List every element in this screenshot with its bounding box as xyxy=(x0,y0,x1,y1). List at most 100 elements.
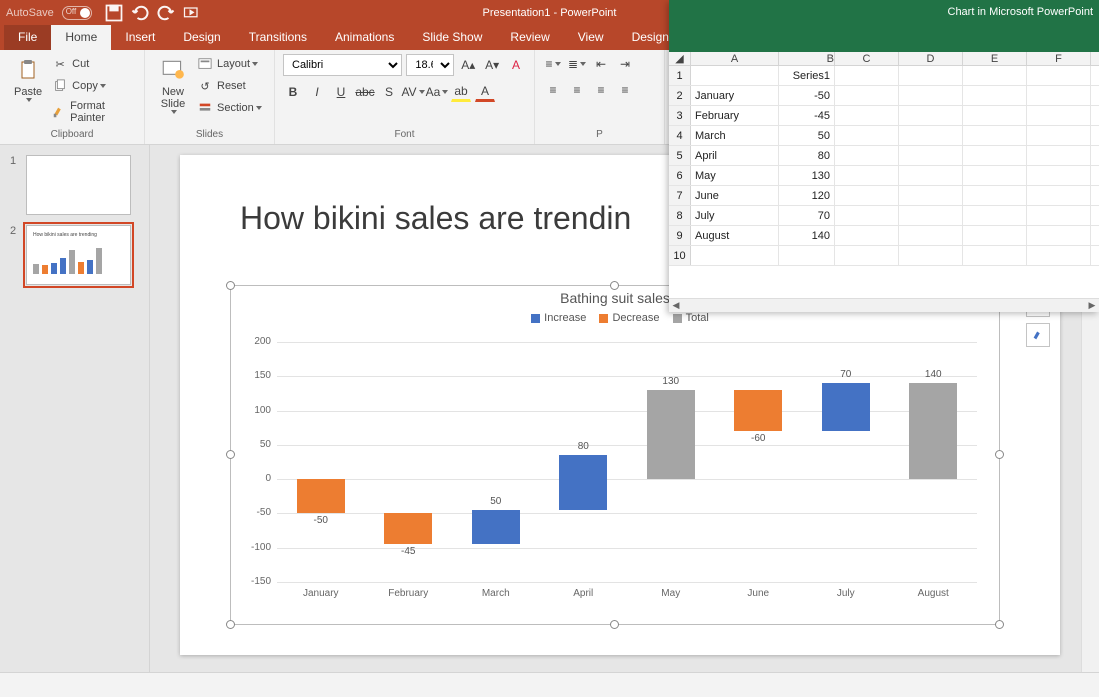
row-header[interactable]: 4 xyxy=(669,126,691,145)
chart-bar[interactable] xyxy=(909,383,957,479)
increase-indent-button[interactable]: ⇥ xyxy=(615,54,635,74)
cell[interactable] xyxy=(835,66,899,85)
col-header-e[interactable]: E xyxy=(963,52,1027,65)
highlight-button[interactable]: ab xyxy=(451,82,471,102)
row-header[interactable]: 2 xyxy=(669,86,691,105)
align-right-button[interactable]: ≡ xyxy=(591,80,611,100)
cell[interactable] xyxy=(899,66,963,85)
select-all-cell[interactable]: ◢ xyxy=(669,52,691,65)
row-header[interactable]: 7 xyxy=(669,186,691,205)
chart-bar[interactable] xyxy=(559,455,607,510)
reset-button[interactable]: ↺Reset xyxy=(193,76,266,96)
section-button[interactable]: Section xyxy=(193,98,266,118)
cell[interactable] xyxy=(899,86,963,105)
cell[interactable] xyxy=(1027,246,1091,265)
thumbnail-row[interactable]: 1 xyxy=(10,155,139,215)
excel-row[interactable]: 9 August 140 xyxy=(669,226,1099,246)
row-header[interactable]: 10 xyxy=(669,246,691,265)
cell[interactable] xyxy=(1027,106,1091,125)
cell[interactable] xyxy=(899,106,963,125)
cell[interactable] xyxy=(963,226,1027,245)
cell[interactable] xyxy=(963,106,1027,125)
resize-handle[interactable] xyxy=(995,450,1004,459)
cell[interactable] xyxy=(899,166,963,185)
cell[interactable]: -50 xyxy=(779,86,835,105)
col-header-f[interactable]: F xyxy=(1027,52,1091,65)
tab-home[interactable]: Home xyxy=(51,25,111,50)
thumbnail-pane[interactable]: 1 2 How bikini sales are trending xyxy=(0,145,150,672)
col-header-d[interactable]: D xyxy=(899,52,963,65)
cell[interactable]: August xyxy=(691,226,779,245)
cell[interactable] xyxy=(963,126,1027,145)
scroll-left-icon[interactable]: ◀ xyxy=(669,300,683,311)
excel-h-scrollbar[interactable]: ◀▶ xyxy=(669,298,1099,312)
cell[interactable]: Series1 xyxy=(779,66,835,85)
cell[interactable] xyxy=(963,186,1027,205)
col-header-a[interactable]: A xyxy=(691,52,779,65)
clear-formatting-icon[interactable]: A xyxy=(506,55,526,75)
cell[interactable]: 130 xyxy=(779,166,835,185)
cell[interactable] xyxy=(899,146,963,165)
strikethrough-button[interactable]: abc xyxy=(355,82,375,102)
cell[interactable] xyxy=(899,206,963,225)
change-case-button[interactable]: Aa xyxy=(427,82,447,102)
cell[interactable]: January xyxy=(691,86,779,105)
decrease-font-icon[interactable]: A▾ xyxy=(482,55,502,75)
cell[interactable]: May xyxy=(691,166,779,185)
cell[interactable] xyxy=(1027,206,1091,225)
cell[interactable] xyxy=(835,86,899,105)
cell[interactable] xyxy=(835,146,899,165)
cell[interactable]: 70 xyxy=(779,206,835,225)
chart-bar[interactable] xyxy=(647,390,695,479)
row-header[interactable]: 1 xyxy=(669,66,691,85)
font-color-button[interactable]: A xyxy=(475,82,495,102)
format-painter-button[interactable]: Format Painter xyxy=(48,98,136,126)
cell[interactable] xyxy=(1027,146,1091,165)
cut-button[interactable]: ✂Cut xyxy=(48,54,136,74)
excel-row[interactable]: 5 April 80 xyxy=(669,146,1099,166)
row-header[interactable]: 3 xyxy=(669,106,691,125)
excel-row[interactable]: 3 February -45 xyxy=(669,106,1099,126)
cell[interactable] xyxy=(963,146,1027,165)
cell[interactable] xyxy=(899,226,963,245)
cell[interactable] xyxy=(835,206,899,225)
excel-row[interactable]: 1 Series1 xyxy=(669,66,1099,86)
tab-insert[interactable]: Insert xyxy=(111,25,169,50)
font-size-select[interactable]: 18.6 xyxy=(406,54,454,76)
tab-slideshow[interactable]: Slide Show xyxy=(408,25,496,50)
align-center-button[interactable]: ≡ xyxy=(567,80,587,100)
slide-title[interactable]: How bikini sales are trendin xyxy=(240,200,631,237)
row-header[interactable]: 8 xyxy=(669,206,691,225)
resize-handle[interactable] xyxy=(610,620,619,629)
cell[interactable] xyxy=(779,246,835,265)
excel-data-window[interactable]: Chart in Microsoft PowerPoint ◢ A B C D … xyxy=(669,0,1099,312)
excel-body[interactable]: 1 Series1 2 January -50 3 February -45 4… xyxy=(669,66,1099,298)
thumbnail-row[interactable]: 2 How bikini sales are trending xyxy=(10,225,139,285)
resize-handle[interactable] xyxy=(226,450,235,459)
cell[interactable]: -45 xyxy=(779,106,835,125)
cell[interactable] xyxy=(1027,166,1091,185)
col-header-c[interactable]: C xyxy=(835,52,899,65)
layout-button[interactable]: Layout xyxy=(193,54,266,74)
cell[interactable] xyxy=(899,126,963,145)
chart-styles-button[interactable] xyxy=(1026,323,1050,347)
resize-handle[interactable] xyxy=(995,620,1004,629)
cell[interactable] xyxy=(963,86,1027,105)
cell[interactable] xyxy=(835,246,899,265)
cell[interactable] xyxy=(963,66,1027,85)
resize-handle[interactable] xyxy=(226,620,235,629)
cell[interactable] xyxy=(835,126,899,145)
excel-row[interactable]: 8 July 70 xyxy=(669,206,1099,226)
cell[interactable] xyxy=(691,246,779,265)
cell[interactable] xyxy=(835,166,899,185)
cell[interactable]: March xyxy=(691,126,779,145)
bullets-button[interactable]: ≡ xyxy=(543,54,563,74)
chart-bar[interactable] xyxy=(297,479,345,513)
cell[interactable]: July xyxy=(691,206,779,225)
cell[interactable] xyxy=(1027,126,1091,145)
save-icon[interactable] xyxy=(104,3,124,23)
cell[interactable]: 140 xyxy=(779,226,835,245)
cell[interactable]: February xyxy=(691,106,779,125)
cell[interactable] xyxy=(1027,226,1091,245)
excel-row[interactable]: 2 January -50 xyxy=(669,86,1099,106)
